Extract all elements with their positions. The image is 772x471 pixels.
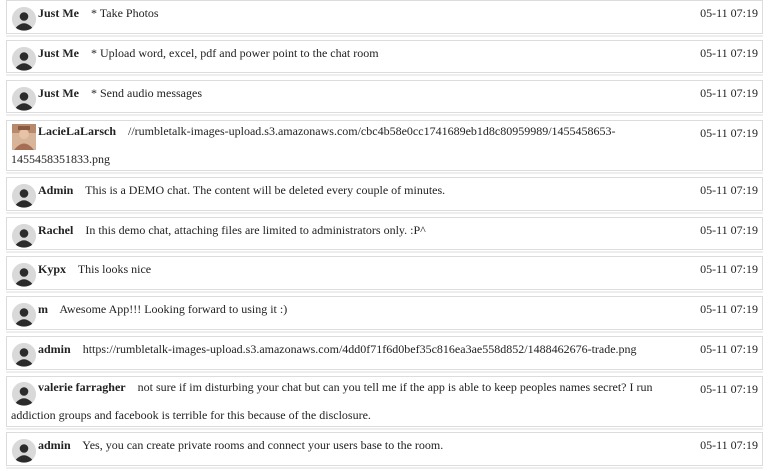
chat-message: Kypx This looks nice 05-11 07:19 bbox=[6, 256, 763, 293]
message-timestamp: 05-11 07:19 bbox=[700, 183, 758, 197]
message-content: Just Me * Take Photos bbox=[38, 5, 682, 21]
message-content: LacieLaLarsch //rumbletalk-images-upload… bbox=[11, 117, 682, 173]
message-timestamp: 05-11 07:19 bbox=[700, 126, 758, 140]
chat-message-list[interactable]: Just Me * Take Photos 05-11 07:19 Just M… bbox=[0, 0, 772, 471]
chat-message: valerie farragher not sure if im disturb… bbox=[6, 373, 763, 430]
chat-message: admin https://rumbletalk-images-upload.s… bbox=[6, 336, 763, 373]
sender-name[interactable]: Just Me bbox=[38, 86, 79, 100]
chat-message: admin Yes, you can create private rooms … bbox=[6, 432, 763, 469]
message-text: In this demo chat, attaching files are l… bbox=[85, 223, 426, 237]
message-content: admin https://rumbletalk-images-upload.s… bbox=[38, 341, 682, 357]
message-timestamp: 05-11 07:19 bbox=[700, 342, 758, 356]
chat-message: Just Me * Send audio messages 05-11 07:1… bbox=[6, 80, 763, 116]
sender-name[interactable]: Admin bbox=[38, 183, 73, 197]
message-content: Just Me * Send audio messages bbox=[38, 85, 682, 101]
message-timestamp: 05-11 07:19 bbox=[700, 382, 758, 396]
message-link[interactable]: https://rumbletalk-images-upload.s3.amaz… bbox=[83, 342, 637, 356]
message-timestamp: 05-11 07:19 bbox=[700, 262, 758, 276]
message-text: Awesome App!!! Looking forward to using … bbox=[59, 302, 288, 316]
sender-name[interactable]: Kypx bbox=[38, 262, 66, 276]
default-avatar-icon[interactable] bbox=[12, 87, 36, 111]
message-text: This looks nice bbox=[77, 262, 152, 276]
message-content: valerie farragher not sure if im disturb… bbox=[11, 373, 682, 429]
message-text: This is a DEMO chat. The content will be… bbox=[85, 183, 446, 197]
sender-name[interactable]: admin bbox=[38, 342, 71, 356]
sender-name[interactable]: LacieLaLarsch bbox=[38, 124, 116, 138]
default-avatar-icon[interactable] bbox=[12, 224, 36, 248]
sender-name[interactable]: Just Me bbox=[38, 6, 79, 20]
message-timestamp: 05-11 07:19 bbox=[700, 46, 758, 60]
default-avatar-icon[interactable] bbox=[12, 303, 36, 327]
message-text: Yes, you can create private rooms and co… bbox=[82, 438, 444, 452]
default-avatar-icon[interactable] bbox=[12, 343, 36, 367]
sender-name[interactable]: admin bbox=[38, 438, 71, 452]
message-timestamp: 05-11 07:19 bbox=[700, 438, 758, 452]
chat-message: LacieLaLarsch //rumbletalk-images-upload… bbox=[6, 117, 763, 174]
default-avatar-icon[interactable] bbox=[12, 47, 36, 71]
message-content: m Awesome App!!! Looking forward to usin… bbox=[38, 301, 682, 317]
message-text: * Upload word, excel, pdf and power poin… bbox=[91, 46, 379, 60]
message-timestamp: 05-11 07:19 bbox=[700, 302, 758, 316]
chat-message: Admin This is a DEMO chat. The content w… bbox=[6, 177, 763, 214]
message-timestamp: 05-11 07:19 bbox=[700, 6, 758, 20]
sender-name[interactable]: m bbox=[38, 302, 48, 316]
message-text: * Take Photos bbox=[91, 6, 159, 20]
default-avatar-icon[interactable] bbox=[12, 263, 36, 287]
default-avatar-icon[interactable] bbox=[12, 439, 36, 463]
default-avatar-icon[interactable] bbox=[12, 184, 36, 208]
sender-name[interactable]: Just Me bbox=[38, 46, 79, 60]
chat-message: m Awesome App!!! Looking forward to usin… bbox=[6, 296, 763, 333]
sender-name[interactable]: valerie farragher bbox=[38, 380, 126, 394]
default-avatar-icon[interactable] bbox=[12, 7, 36, 31]
message-timestamp: 05-11 07:19 bbox=[700, 86, 758, 100]
message-content: admin Yes, you can create private rooms … bbox=[38, 437, 682, 453]
message-content: Just Me * Upload word, excel, pdf and po… bbox=[38, 45, 682, 61]
message-content: Kypx This looks nice bbox=[38, 261, 682, 277]
chat-message: Rachel In this demo chat, attaching file… bbox=[6, 217, 763, 253]
message-timestamp: 05-11 07:19 bbox=[700, 223, 758, 237]
chat-message: Just Me * Take Photos 05-11 07:19 bbox=[6, 0, 763, 37]
sender-name[interactable]: Rachel bbox=[38, 223, 73, 237]
message-content: Admin This is a DEMO chat. The content w… bbox=[38, 182, 682, 198]
message-content: Rachel In this demo chat, attaching file… bbox=[38, 222, 682, 238]
message-text: * Send audio messages bbox=[91, 86, 202, 100]
chat-message: Just Me * Upload word, excel, pdf and po… bbox=[6, 40, 763, 76]
